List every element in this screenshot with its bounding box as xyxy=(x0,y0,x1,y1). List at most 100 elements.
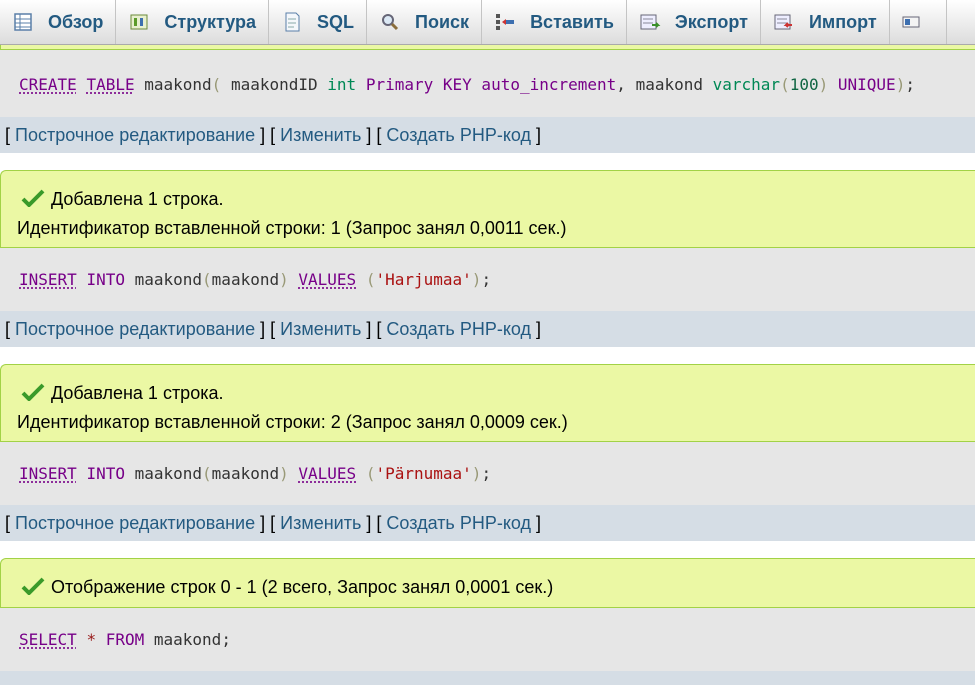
sql-token: ; xyxy=(905,75,915,94)
tab-label: Вставить xyxy=(530,11,614,32)
sql-token: ) xyxy=(279,464,289,483)
sql-token: maakond xyxy=(124,464,203,483)
check-icon xyxy=(21,577,45,595)
sql-token: ) xyxy=(471,464,482,483)
sql-query-box: SELECT * FROM maakond; xyxy=(0,608,975,671)
check-icon xyxy=(21,383,45,401)
query-actions-cut-off xyxy=(0,671,975,685)
tab-search[interactable]: Поиск xyxy=(367,0,483,44)
sql-token: ( xyxy=(202,464,212,483)
sql-query-box: INSERT INTO maakond(maakond) VALUES ('Ha… xyxy=(0,248,975,311)
sql-token: UNIQUE xyxy=(837,75,896,94)
edit-link[interactable]: Изменить xyxy=(280,319,361,340)
tab-label: Структура xyxy=(164,11,257,32)
structure-icon xyxy=(128,11,150,33)
sql-token: ) xyxy=(279,270,289,289)
tab-insert[interactable]: Вставить xyxy=(482,0,627,44)
sql-token: auto_increment xyxy=(471,75,617,94)
sql-query-box: CREATE TABLE maakond( maakondID int Prim… xyxy=(0,50,975,117)
sql-token: VALUES xyxy=(298,270,357,289)
sql-code: CREATE TABLE maakond( maakondID int Prim… xyxy=(19,75,915,94)
tab-more[interactable] xyxy=(890,0,947,44)
sql-token: 'Pärnumaa' xyxy=(375,464,472,483)
check-icon xyxy=(21,189,45,207)
tab-label: Обзор xyxy=(48,11,104,32)
sql-token: ( xyxy=(780,75,790,94)
query-actions: [ Построчное редактирование ] [ Изменить… xyxy=(0,505,975,541)
create-php-link[interactable]: Создать PHP-код xyxy=(386,319,531,340)
sql-token: ; xyxy=(481,464,492,483)
sql-token: 'Harjumaa' xyxy=(375,270,472,289)
sql-token: maakond xyxy=(211,270,280,289)
sql-token: ( xyxy=(202,270,212,289)
sql-token: Primary KEY xyxy=(365,75,472,94)
sql-token: ) xyxy=(818,75,829,94)
tab-label: Экспорт xyxy=(674,11,748,32)
sql-code: INSERT INTO maakond(maakond) VALUES ('Ha… xyxy=(19,270,491,289)
search-icon xyxy=(379,11,401,33)
create-php-link[interactable]: Создать PHP-код xyxy=(386,513,531,534)
success-message: Добавлена 1 строка. Идентификатор вставл… xyxy=(0,364,975,442)
operations-icon xyxy=(900,11,922,33)
tab-sql[interactable]: SQL xyxy=(269,0,368,44)
inline-edit-link[interactable]: Построчное редактирование xyxy=(15,513,255,534)
sql-token: FROM xyxy=(105,630,145,649)
message-detail: Идентификатор вставленной строки: 1 (Зап… xyxy=(17,218,567,238)
sql-token: maakond xyxy=(211,464,280,483)
inline-edit-link[interactable]: Построчное редактирование xyxy=(15,125,255,146)
sql-token: INTO xyxy=(86,464,125,483)
sql-token: maakond xyxy=(144,630,222,649)
table-tab-bar: Обзор Структура SQL Поиск Вставить Экспо… xyxy=(0,0,975,45)
tab-import[interactable]: Импорт xyxy=(761,0,890,44)
sql-token: * xyxy=(86,630,97,649)
tab-export[interactable]: Экспорт xyxy=(627,0,761,44)
success-message: Отображение строк 0 - 1 (2 всего, Запрос… xyxy=(0,558,975,608)
message-detail: Идентификатор вставленной строки: 2 (Зап… xyxy=(17,412,568,432)
inline-edit-link[interactable]: Построчное редактирование xyxy=(15,319,255,340)
message-text: Отображение строк 0 - 1 (2 всего, Запрос… xyxy=(51,577,554,597)
import-icon xyxy=(773,11,795,33)
message-text: Добавлена 1 строка. xyxy=(51,383,224,403)
sql-query-box: INSERT INTO maakond(maakond) VALUES ('Pä… xyxy=(0,442,975,505)
query-actions: [ Построчное редактирование ] [ Изменить… xyxy=(0,311,975,347)
sql-token: , maakond xyxy=(616,75,713,94)
sql-token: maakond xyxy=(134,75,212,94)
success-message: Добавлена 1 строка. Идентификатор вставл… xyxy=(0,170,975,248)
sql-token: CREATE xyxy=(19,75,77,94)
sql-token: maakond xyxy=(124,270,203,289)
tab-label: Импорт xyxy=(808,11,877,32)
message-text: Добавлена 1 строка. xyxy=(51,189,224,209)
create-php-link[interactable]: Создать PHP-код xyxy=(386,125,531,146)
sql-token: maakondID xyxy=(221,75,328,94)
tab-label: Поиск xyxy=(415,11,470,32)
sql-token: ) xyxy=(471,270,482,289)
sql-code: SELECT * FROM maakond; xyxy=(19,630,231,649)
tab-structure[interactable]: Структура xyxy=(116,0,270,44)
sql-token: SELECT xyxy=(19,630,77,649)
sql-token: varchar xyxy=(712,75,781,94)
sql-token: ; xyxy=(481,270,492,289)
tab-label: SQL xyxy=(317,11,355,32)
browse-icon xyxy=(12,11,34,33)
edit-link[interactable]: Изменить xyxy=(280,125,361,146)
sql-code: INSERT INTO maakond(maakond) VALUES ('Pä… xyxy=(19,464,491,483)
sql-token: TABLE xyxy=(86,75,135,94)
edit-link[interactable]: Изменить xyxy=(280,513,361,534)
sql-token: 100 xyxy=(789,75,819,94)
tab-browse[interactable]: Обзор xyxy=(0,0,117,44)
query-actions: [ Построчное редактирование ] [ Изменить… xyxy=(0,117,975,153)
sql-token: ( xyxy=(211,75,222,94)
sql-token: INSERT xyxy=(19,464,77,483)
sql-icon xyxy=(281,11,303,33)
insert-icon xyxy=(494,11,516,33)
